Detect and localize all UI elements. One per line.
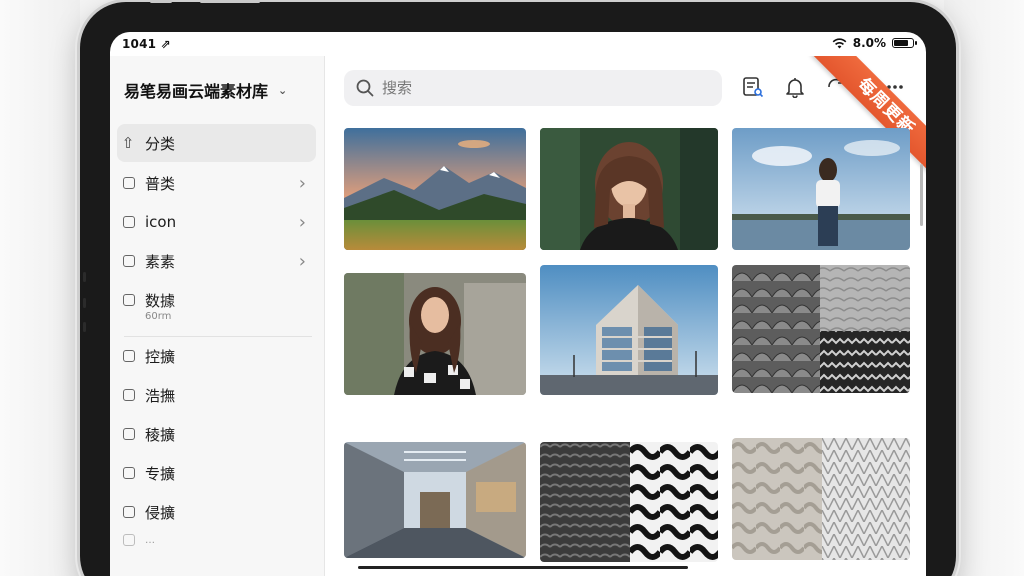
checkbox-icon[interactable] — [123, 428, 135, 440]
thumb-wave-pattern[interactable] — [540, 442, 718, 562]
checkbox-icon[interactable] — [123, 216, 135, 228]
checkbox-icon[interactable] — [123, 294, 135, 306]
time-text: 1041 — [122, 37, 157, 51]
sidebar-item[interactable]: … — [117, 532, 316, 548]
sidebar-item-label: 控擴 — [145, 347, 176, 366]
library-selector[interactable]: 易笔易画云端素材库 ⌄ — [124, 78, 287, 102]
battery-fill — [894, 40, 908, 46]
thumbnail-grid — [344, 128, 910, 576]
side-button — [83, 272, 86, 282]
thumb-woman-portrait-forest[interactable] — [540, 128, 718, 250]
status-time: 1041 ⇗ — [122, 37, 171, 51]
sidebar-item[interactable]: 浩撫 — [117, 376, 316, 414]
sidebar-item[interactable]: 素素 › — [117, 242, 316, 280]
side-button — [83, 322, 86, 332]
background-left — [0, 0, 80, 576]
sidebar-item-label: 侵擴 — [145, 503, 176, 522]
chevron-right-icon: › — [298, 211, 306, 233]
thumb-mountain-landscape[interactable] — [344, 128, 526, 250]
thumb-interior-atrium[interactable] — [344, 442, 526, 558]
up-arrow-icon: ⇧ — [121, 134, 135, 152]
chevron-right-icon: › — [298, 172, 306, 194]
checkbox-icon[interactable] — [123, 177, 135, 189]
checkbox-icon[interactable] — [123, 467, 135, 479]
sidebar-item[interactable]: 侵擴 — [117, 493, 316, 531]
status-bar: 1041 ⇗ 8.0% — [110, 32, 926, 56]
checkbox-icon[interactable] — [123, 506, 135, 518]
scrollbar[interactable] — [920, 164, 923, 226]
home-indicator[interactable] — [358, 566, 688, 569]
list-search-icon[interactable] — [740, 74, 766, 100]
chevron-right-icon: › — [298, 250, 306, 272]
sidebar-item-label: 分类 — [145, 134, 176, 153]
checkbox-icon[interactable] — [123, 534, 135, 546]
thumb-stone-texture[interactable] — [732, 438, 910, 560]
thumb-gray-texture[interactable] — [732, 265, 910, 393]
search-bar[interactable] — [344, 70, 722, 106]
background-right — [944, 0, 1024, 576]
chevron-down-icon: ⌄ — [278, 83, 288, 97]
status-right: 8.0% — [832, 36, 917, 50]
sidebar-item-label: 素素 — [145, 252, 176, 271]
sidebar-item[interactable]: 稜擴 — [117, 415, 316, 453]
search-icon — [356, 79, 374, 97]
sidebar-item[interactable]: 专擴 — [117, 454, 316, 492]
sidebar-item-label: 普类 — [145, 174, 176, 193]
sidebar-item-label: … — [145, 534, 155, 546]
screen: 1041 ⇗ 8.0% 易笔易画云端素材库 ⌄ 搜索 每周更新 ⇧ 分类 普类 … — [110, 32, 926, 576]
wifi-icon — [832, 37, 847, 48]
sidebar-item[interactable]: 控擴 — [117, 337, 316, 375]
checkbox-icon[interactable] — [123, 255, 135, 267]
thumb-woman-portrait-city[interactable] — [344, 273, 526, 395]
battery-percent: 8.0% — [852, 36, 886, 50]
sidebar-item-subtext: 60rm — [145, 311, 172, 322]
sidebar-item-label: 浩撫 — [145, 386, 176, 405]
checkbox-icon[interactable] — [123, 389, 135, 401]
sidebar-item-label: 专擴 — [145, 464, 176, 483]
checkbox-icon[interactable] — [123, 350, 135, 362]
sidebar-item[interactable]: 普类 › — [117, 164, 316, 202]
sidebar-item[interactable]: ⇧ 分类 — [117, 124, 316, 162]
sidebar-item-label: icon — [145, 213, 177, 231]
thumb-woman-by-lake[interactable] — [732, 128, 910, 250]
battery-icon — [892, 38, 917, 48]
location-icon: ⇗ — [160, 37, 171, 51]
library-title: 易笔易画云端素材库 — [124, 82, 269, 101]
thumb-modern-building[interactable] — [540, 265, 718, 395]
sidebar-item-label: 稜擴 — [145, 425, 176, 444]
sidebar-item[interactable]: icon › — [117, 203, 316, 241]
sidebar-item-label: 数據 — [145, 291, 176, 310]
search-input[interactable] — [382, 79, 682, 97]
side-button — [83, 298, 86, 308]
top-button — [200, 0, 260, 3]
top-button — [150, 0, 172, 3]
